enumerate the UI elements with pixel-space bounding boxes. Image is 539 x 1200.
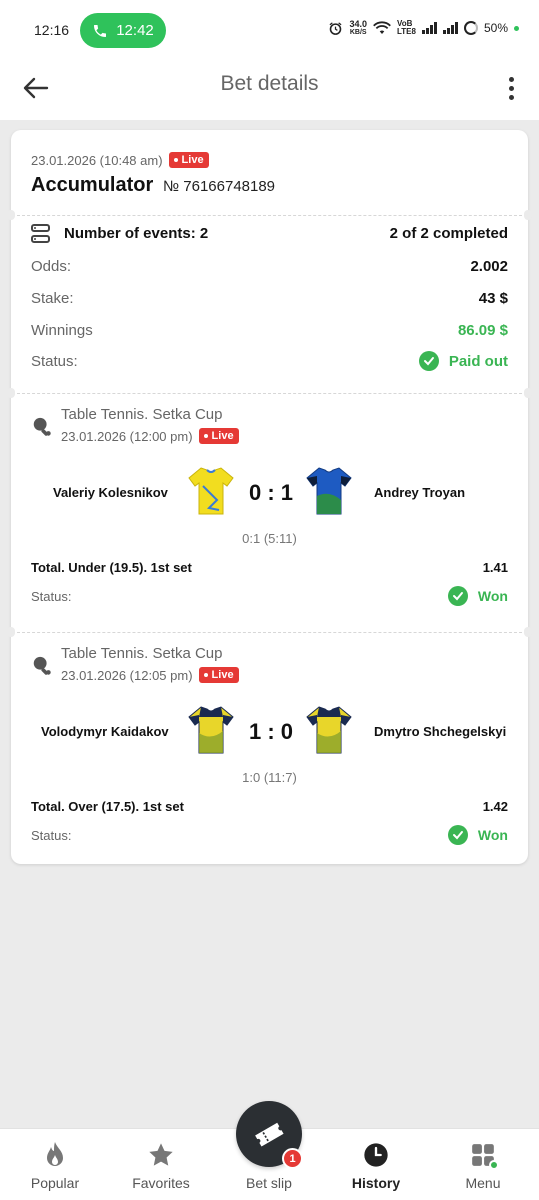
event-league: Table Tennis. Setka Cup: [61, 406, 223, 423]
selection-odds: 1.41: [482, 560, 508, 575]
status-bar: 12:16 12:42 34.0 KB/S VoB LTE8 50%: [0, 0, 539, 60]
event-status-row: Status: Won: [31, 586, 508, 606]
event-date: 23.01.2026 (12:00 pm): [61, 428, 193, 444]
battery-icon: [463, 21, 478, 35]
flame-icon: [47, 1142, 63, 1166]
home-team-name: Valeriy Kolesnikov: [53, 485, 168, 500]
events-list-icon: [31, 224, 50, 243]
home-jersey-icon: [188, 467, 234, 515]
odds-value: 2.002: [470, 258, 508, 275]
divider: [17, 632, 522, 633]
status-label: Status:: [31, 827, 72, 843]
live-badge: Live: [168, 152, 209, 168]
ongoing-call-chip[interactable]: 12:42: [80, 13, 166, 48]
winnings-row: Winnings 86.09 $: [31, 322, 508, 339]
battery-percent: 50%: [483, 21, 508, 35]
status-label: Status:: [31, 588, 72, 604]
phone-icon: [94, 24, 107, 37]
match-score: 1 : 0: [248, 719, 294, 744]
bet-date-row: 23.01.2026 (10:48 am) Live: [31, 152, 209, 168]
match-score: 0 : 1: [248, 480, 294, 505]
volte-indicator: VoB LTE8: [397, 19, 416, 36]
signal-icon: [421, 22, 437, 34]
bet-status: Paid out: [448, 352, 508, 370]
betslip-count-badge: 1: [282, 1148, 303, 1169]
table-tennis-icon: [33, 656, 51, 675]
period-score: 1:0 (11:7): [242, 770, 297, 785]
winnings-label: Winnings: [31, 322, 93, 339]
bet-selection: Total. Over (17.5). 1st set: [31, 799, 184, 814]
events-count: Number of events: 2: [64, 225, 209, 242]
home-team-name: Volodymyr Kaidakov: [41, 724, 169, 739]
nav-menu-label: Menu: [465, 1175, 501, 1191]
bet-number: № 76166748189: [163, 178, 276, 195]
nav-popular-label: Popular: [30, 1175, 80, 1191]
call-duration: 12:42: [116, 22, 154, 39]
nav-betslip[interactable]: Bet slip: [219, 1175, 319, 1191]
table-tennis-icon: [33, 417, 51, 436]
nav-popular[interactable]: Popular: [5, 1139, 105, 1191]
page-title: Bet details: [220, 72, 319, 95]
events-row: Number of events: 2 2 of 2 completed: [31, 224, 508, 243]
check-circle-icon: [447, 586, 468, 606]
winnings-value: 86.09 $: [457, 322, 508, 339]
check-circle-icon: [418, 351, 439, 371]
stake-value: 43 $: [478, 290, 508, 307]
privacy-dot: [514, 25, 519, 31]
divider: [17, 393, 522, 394]
bet-date: 23.01.2026 (10:48 am): [31, 152, 163, 168]
network-speed: 34.0 KB/S: [349, 19, 367, 37]
period-score: 0:1 (5:11): [242, 531, 297, 546]
away-jersey-icon: [306, 467, 352, 515]
away-jersey-icon: [306, 706, 352, 754]
bet-details-card: 23.01.2026 (10:48 am) Live Accumulator №…: [7, 130, 532, 864]
home-jersey-icon: [188, 706, 234, 754]
event-date: 23.01.2026 (12:05 pm): [61, 667, 193, 683]
more-options-button[interactable]: [501, 70, 521, 106]
stake-label: Stake:: [31, 290, 74, 307]
more-vertical-icon: [508, 76, 514, 82]
clock-icon: [364, 1143, 388, 1167]
alarm-icon: [329, 21, 342, 35]
nav-history[interactable]: History: [326, 1139, 426, 1191]
wifi-icon: [373, 21, 391, 34]
star-icon: [149, 1143, 173, 1166]
odds-row: Odds: 2.002: [31, 258, 508, 275]
odds-label: Odds:: [31, 258, 72, 275]
system-indicators: 34.0 KB/S VoB LTE8 50%: [328, 20, 519, 36]
bet-type: Accumulator: [31, 174, 154, 196]
bet-selection: Total. Under (19.5). 1st set: [31, 560, 192, 575]
event-status: Won: [477, 827, 508, 843]
nav-favorites-label: Favorites: [132, 1175, 190, 1191]
check-circle-icon: [447, 825, 468, 845]
status-label: Status:: [31, 352, 78, 370]
nav-betslip-label: Bet slip: [246, 1175, 292, 1191]
nav-menu[interactable]: Menu: [433, 1139, 533, 1191]
event-date-row: 23.01.2026 (12:05 pm) Live: [61, 667, 239, 683]
bet-selection-row: Total. Over (17.5). 1st set 1.42: [31, 799, 508, 814]
event-status-row: Status: Won: [31, 825, 508, 845]
away-team-name: Dmytro Shchegelskyi: [374, 724, 507, 739]
events-completed: 2 of 2 completed: [389, 225, 508, 242]
stake-row: Stake: 43 $: [31, 290, 508, 307]
event-status: Won: [477, 588, 508, 604]
event-league: Table Tennis. Setka Cup: [61, 645, 223, 662]
divider: [17, 215, 522, 216]
nav-favorites[interactable]: Favorites: [111, 1139, 211, 1191]
ticket-icon: [255, 1122, 284, 1147]
selection-odds: 1.42: [482, 799, 508, 814]
away-team-name: Andrey Troyan: [374, 485, 466, 500]
live-badge: Live: [198, 667, 239, 683]
signal-icon-2: [442, 22, 458, 34]
clock: 12:16: [34, 22, 70, 38]
nav-history-label: History: [351, 1175, 401, 1191]
menu-notification-dot: [489, 1160, 499, 1170]
event-date-row: 23.01.2026 (12:00 pm) Live: [61, 428, 239, 444]
app-header: Bet details: [0, 60, 539, 120]
bet-selection-row: Total. Under (19.5). 1st set 1.41: [31, 560, 508, 575]
bet-status-row: Status: Paid out: [31, 351, 508, 371]
live-badge: Live: [198, 428, 239, 444]
